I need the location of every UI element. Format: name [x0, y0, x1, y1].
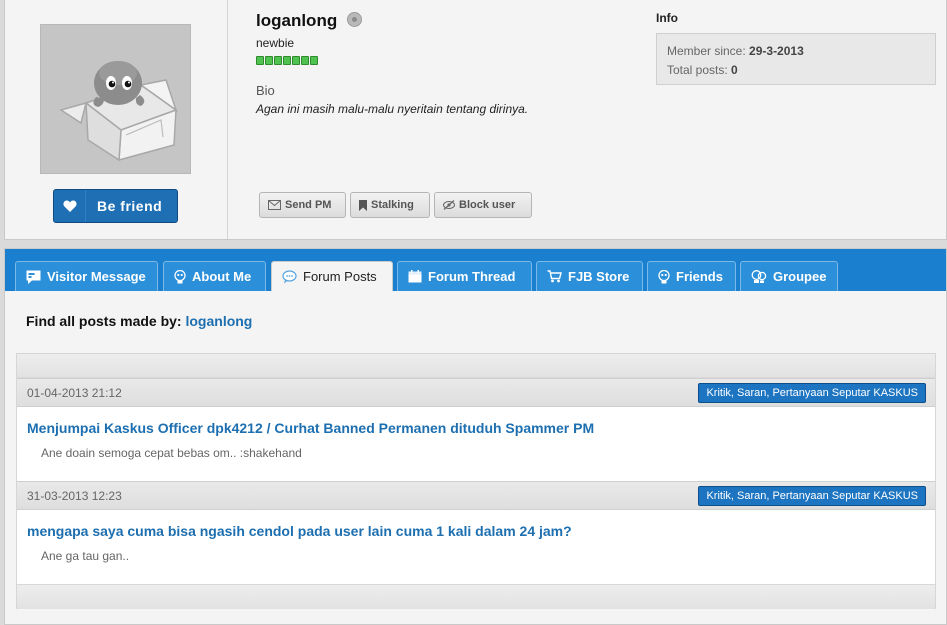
reputation-block: [274, 56, 282, 65]
username: loganlong: [256, 11, 338, 30]
find-posts-user-link[interactable]: loganlong: [185, 313, 252, 329]
block-user-button[interactable]: Block user: [434, 192, 532, 218]
user-rank: newbie: [256, 36, 295, 50]
bio-text: Agan ini masih malu-malu nyeritain tenta…: [256, 102, 529, 116]
find-posts-label: Find all posts made by:: [26, 313, 182, 329]
tab-label: Forum Posts: [303, 269, 377, 284]
post-date: 01-04-2013 21:12: [27, 386, 122, 400]
bio-label: Bio: [256, 83, 275, 98]
tab-label: Forum Thread: [428, 269, 516, 284]
tab-about-me[interactable]: About Me: [163, 261, 266, 291]
post-snippet: Ane doain semoga cepat bebas om.. :shake…: [41, 446, 302, 460]
reputation-block: [292, 56, 300, 65]
be-friend-label: Be friend: [97, 198, 163, 214]
tab-visitor-message[interactable]: Visitor Message: [15, 261, 158, 291]
forum-badge[interactable]: Kritik, Saran, Pertanyaan Seputar KASKUS: [698, 383, 926, 403]
total-posts-value: 0: [731, 63, 738, 77]
tab-bar: Visitor Message About Me Forum Posts For…: [5, 249, 946, 291]
post-title-link[interactable]: Menjumpai Kaskus Officer dpk4212 / Curha…: [27, 420, 594, 436]
info-box: Member since: 29-3-2013 Total posts: 0: [656, 33, 936, 85]
cart-icon: [547, 270, 562, 283]
tab-forum-posts[interactable]: Forum Posts: [271, 261, 393, 291]
be-friend-button[interactable]: Be friend: [53, 189, 178, 223]
bulb-icon: [658, 269, 670, 283]
tab-label: Friends: [676, 269, 723, 284]
tab-fjb-store[interactable]: FJB Store: [536, 261, 643, 291]
post-snippet: Ane ga tau gan..: [41, 549, 130, 563]
find-posts-heading: Find all posts made by: loganlong: [26, 313, 252, 329]
profile-content: Visitor Message About Me Forum Posts For…: [4, 248, 947, 625]
reputation-bar: [256, 56, 318, 65]
message-icon: [26, 270, 41, 284]
tab-forum-thread[interactable]: Forum Thread: [397, 261, 532, 291]
bookmark-icon: [359, 199, 367, 211]
chat-bubble-icon: [282, 269, 297, 283]
post-title-link[interactable]: mengapa saya cuma bisa ngasih cendol pad…: [27, 523, 572, 539]
block-user-label: Block user: [459, 199, 516, 211]
member-since-label: Member since:: [667, 44, 746, 58]
reputation-block: [283, 56, 291, 65]
forum-badge[interactable]: Kritik, Saran, Pertanyaan Seputar KASKUS: [698, 486, 926, 506]
calendar-icon: [408, 270, 422, 283]
post-date: 31-03-2013 12:23: [27, 489, 122, 503]
posts-list: 01-04-2013 21:12 Kritik, Saran, Pertanya…: [16, 353, 936, 609]
reputation-block: [265, 56, 273, 65]
online-status-icon: [347, 12, 362, 27]
tab-groupee[interactable]: Groupee: [740, 261, 838, 291]
post-header: 31-03-2013 12:23 Kritik, Saran, Pertanya…: [17, 481, 935, 510]
send-pm-button[interactable]: Send PM: [259, 192, 346, 218]
reputation-block: [301, 56, 309, 65]
avatar-column: Be friend: [5, 0, 228, 239]
member-since-row: Member since: 29-3-2013: [667, 42, 925, 61]
list-footer-strip: [17, 584, 935, 609]
heart-icon: [54, 190, 86, 222]
tab-label: FJB Store: [568, 269, 630, 284]
tab-label: About Me: [192, 269, 252, 284]
member-since-value: 29-3-2013: [749, 44, 804, 58]
envelope-icon: [268, 200, 281, 210]
reputation-block: [310, 56, 318, 65]
group-icon: [751, 269, 767, 283]
total-posts-label: Total posts:: [667, 63, 728, 77]
avatar: [40, 24, 191, 174]
tab-friends[interactable]: Friends: [647, 261, 736, 291]
avatar-mascot-icon: [59, 61, 178, 162]
total-posts-row: Total posts: 0: [667, 61, 925, 80]
reputation-block: [256, 56, 264, 65]
stalking-label: Stalking: [371, 199, 414, 211]
stalking-button[interactable]: Stalking: [350, 192, 430, 218]
post-header: 01-04-2013 21:12 Kritik, Saran, Pertanya…: [17, 378, 935, 407]
eye-blocked-icon: [443, 200, 455, 210]
info-title: Info: [656, 11, 678, 25]
tab-label: Groupee: [773, 269, 827, 284]
tab-label: Visitor Message: [47, 269, 146, 284]
profile-header: Be friend loganlong newbie Bio Agan ini …: [4, 0, 947, 240]
list-header-strip: [17, 354, 935, 378]
bulb-icon: [174, 269, 186, 283]
send-pm-label: Send PM: [285, 199, 332, 211]
